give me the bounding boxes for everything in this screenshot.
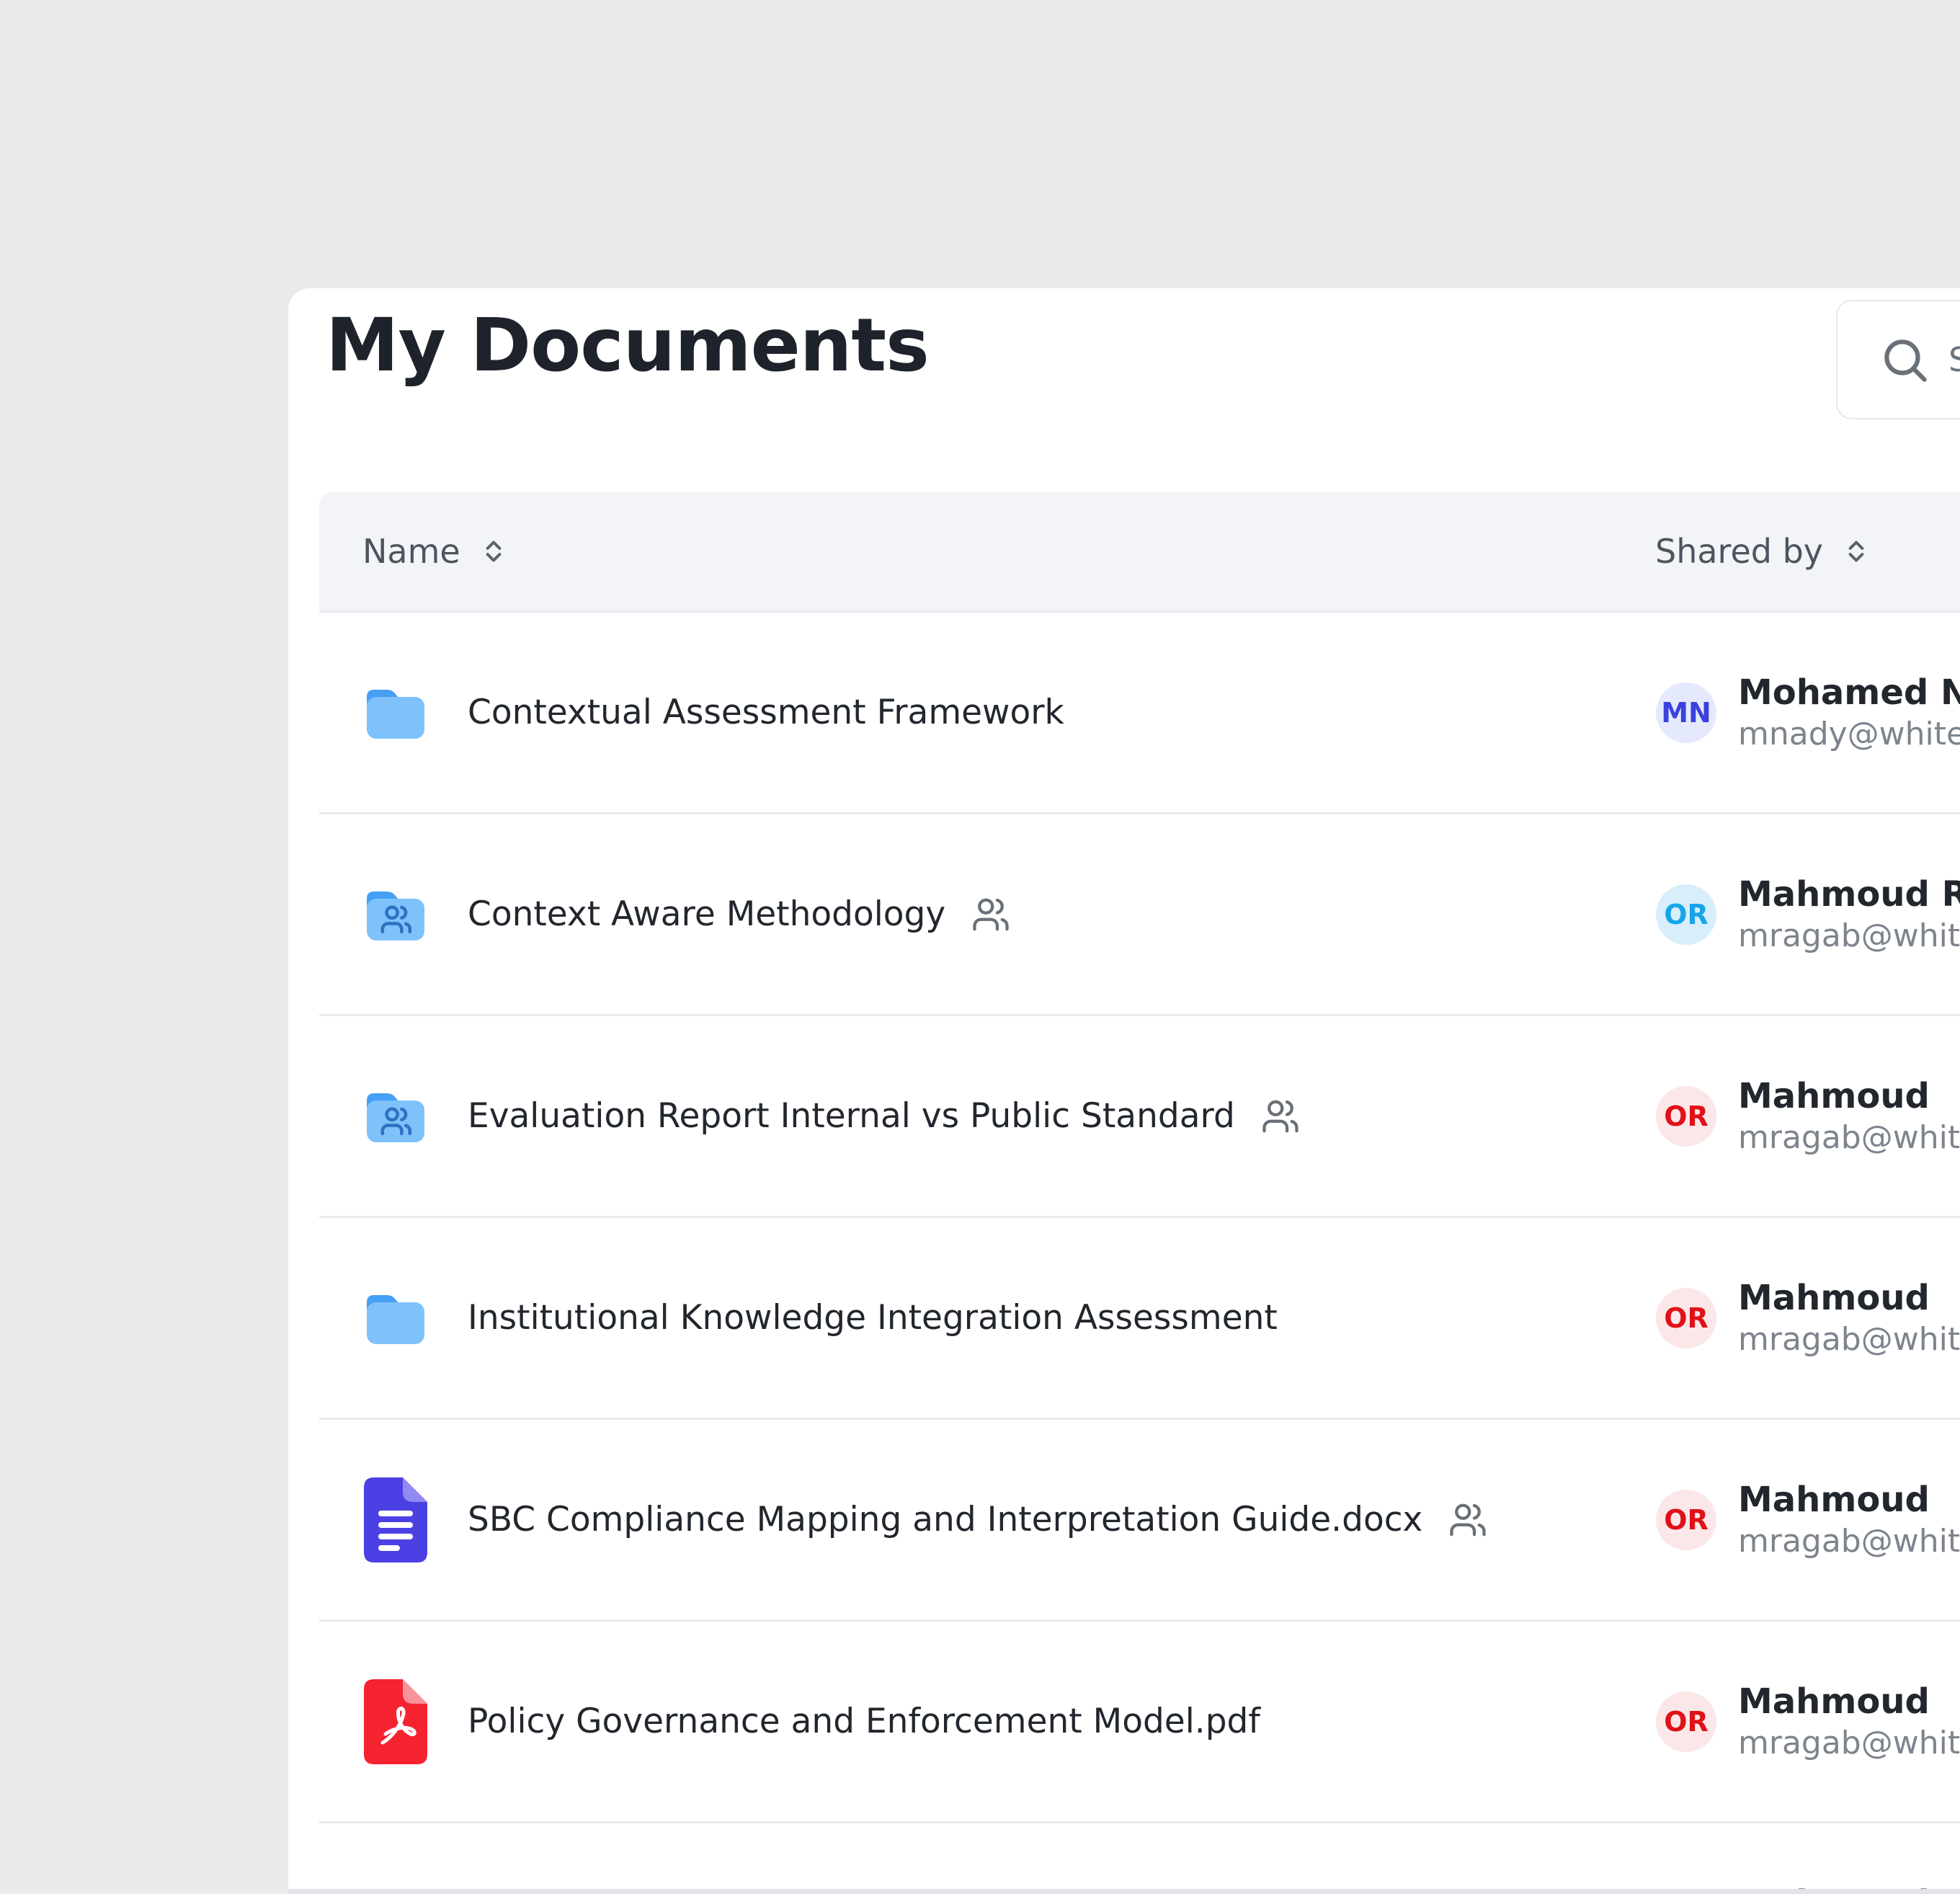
avatar: OR [1656, 1490, 1716, 1550]
shared-users-icon [1261, 1097, 1300, 1136]
sort-icon [479, 534, 508, 569]
table-row[interactable]: Policy Governance and Enforcement Model.… [319, 1622, 1960, 1823]
sharer-email: mragab@white [1738, 1724, 1960, 1763]
sharer-name: Mahmoud [1738, 1479, 1960, 1521]
sharer-name: Mahmoud [1738, 1681, 1960, 1722]
table-row[interactable]: Contextual Assessment Framework MN Moham… [319, 613, 1960, 814]
sharer-name: Mahmoud [1738, 1075, 1960, 1117]
shared-by-cell: OR Mahmoud mragab@white [1656, 1681, 1960, 1763]
sharer-name: Mahmoud R [1738, 873, 1960, 915]
avatar: OR [1656, 1288, 1716, 1348]
sharer-email: mragab@white [1738, 1320, 1960, 1359]
table-row[interactable]: Evaluation Report Internal vs Public Sta… [319, 1016, 1960, 1218]
pdf-icon [362, 1678, 429, 1766]
document-icon [362, 1476, 429, 1564]
avatar: OR [1656, 884, 1716, 945]
avatar-initials: OR [1664, 1706, 1709, 1738]
item-name[interactable]: Contextual Assessment Framework [468, 693, 1064, 732]
avatar-initials: MN [1661, 697, 1711, 729]
search-icon [1878, 333, 1931, 386]
item-name[interactable]: Evaluation Report Internal vs Public Sta… [468, 1096, 1235, 1136]
sharer-email: mragab@white [1738, 1119, 1960, 1157]
table-row[interactable]: SBC Compliance Mapping and Interpretatio… [319, 1420, 1960, 1622]
shared-by-cell: OR Mahmoud mragab@white [1656, 1277, 1960, 1359]
sharer-name: Mohamed N [1738, 672, 1960, 713]
avatar-initials: OR [1664, 1504, 1709, 1536]
shared-users-icon [1448, 1500, 1487, 1539]
sharer-name: Mahmoud [1738, 1277, 1960, 1319]
item-name[interactable]: Context Aware Methodology [468, 894, 945, 934]
shared-by-cell: OR Mahmoud mragab@white [1656, 1479, 1960, 1561]
page-title: My Documents [326, 298, 929, 394]
avatar: OR [1656, 1691, 1716, 1752]
sort-icon [1842, 534, 1871, 569]
column-label: Shared by [1655, 532, 1823, 571]
avatar-initials: OR [1664, 1302, 1709, 1334]
page-background: My Documents Name Shared by [0, 0, 1960, 1894]
avatar: OR [1656, 1086, 1716, 1147]
table-row[interactable]: Institutional Knowledge Integration Asse… [319, 1218, 1960, 1420]
item-name[interactable]: Institutional Knowledge Integration Asse… [468, 1298, 1278, 1338]
shared-folder-icon [362, 884, 429, 945]
item-name[interactable]: SBC Compliance Mapping and Interpretatio… [468, 1500, 1422, 1539]
shared-folder-icon [362, 1086, 429, 1147]
table-header: Name Shared by [319, 492, 1960, 613]
table-row[interactable]: Mahmoud [319, 1823, 1960, 1894]
bottom-edge [288, 1889, 1960, 1894]
search-box[interactable] [1836, 300, 1960, 419]
search-input[interactable] [1947, 339, 1960, 380]
shared-users-icon [971, 895, 1010, 934]
shared-by-cell: OR Mahmoud R mragab@white [1656, 873, 1960, 956]
column-header-name[interactable]: Name [319, 532, 508, 571]
column-header-shared-by[interactable]: Shared by [1655, 532, 1871, 571]
sharer-email: mnady@white [1738, 715, 1960, 754]
folder-icon [362, 1288, 429, 1348]
avatar-initials: OR [1664, 899, 1709, 930]
documents-table: Name Shared by [319, 492, 1960, 1894]
folder-icon [362, 683, 429, 743]
item-name[interactable]: Policy Governance and Enforcement Model.… [468, 1702, 1260, 1741]
column-label: Name [362, 532, 460, 571]
sharer-email: mragab@white [1738, 917, 1960, 956]
sharer-email: mragab@white [1738, 1522, 1960, 1561]
avatar-initials: OR [1664, 1101, 1709, 1132]
documents-panel: My Documents Name Shared by [288, 288, 1960, 1894]
avatar: MN [1656, 683, 1716, 743]
shared-by-cell: MN Mohamed N mnady@white [1656, 672, 1960, 754]
table-row[interactable]: Context Aware Methodology OR Mahmoud R m… [319, 814, 1960, 1016]
shared-by-cell: OR Mahmoud mragab@white [1656, 1075, 1960, 1157]
